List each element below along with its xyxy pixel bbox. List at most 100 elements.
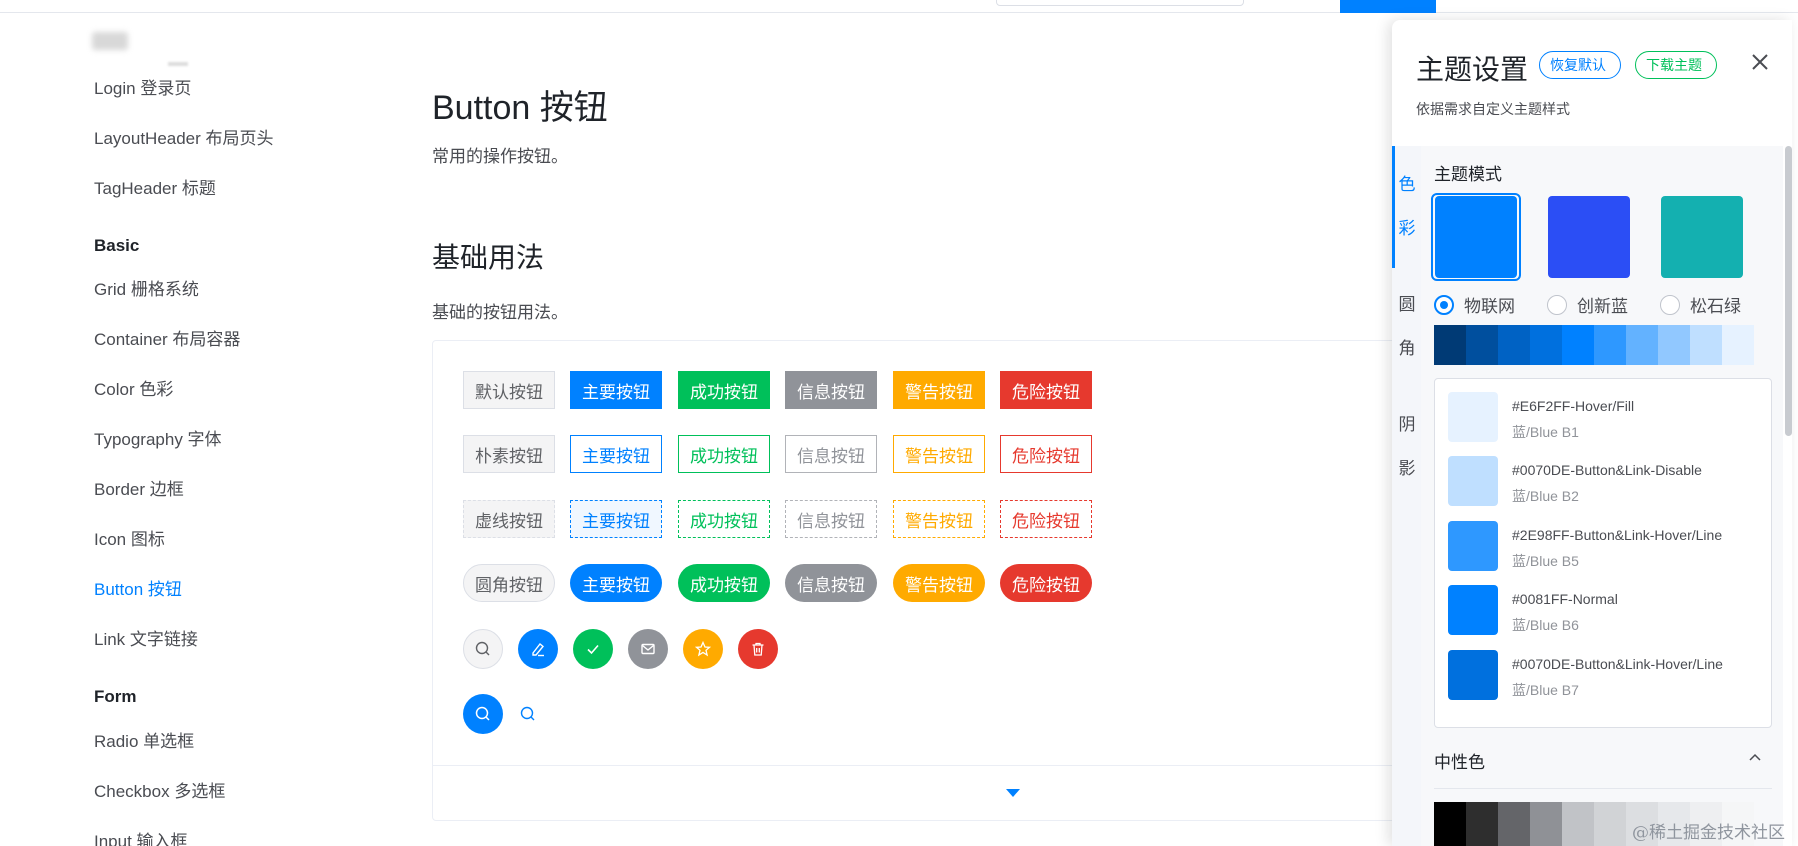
panel-scrollbar[interactable]	[1785, 146, 1792, 436]
plain-danger-button[interactable]: 危险按钮	[1000, 435, 1092, 473]
tab-radius-char2[interactable]: 角	[1392, 327, 1422, 371]
mode-swatch-iot[interactable]	[1435, 196, 1517, 278]
demo-code-toggle[interactable]	[432, 765, 1472, 821]
color-name: #0070DE-Button&Link-Disable	[1512, 462, 1702, 478]
caret-down-icon[interactable]	[1006, 789, 1020, 797]
color-list-item[interactable]: #E6F2FF-Hover/Fill 蓝/Blue B1	[1448, 392, 1758, 446]
color-list-item[interactable]: #0070DE-Button&Link-Disable 蓝/Blue B2	[1448, 456, 1758, 510]
close-icon[interactable]	[1748, 50, 1772, 74]
sidebar-item-color[interactable]: Color 色彩	[94, 375, 173, 400]
default-button[interactable]: 默认按钮	[463, 371, 555, 409]
plain-warning-button[interactable]: 警告按钮	[893, 435, 985, 473]
circle-check-button[interactable]	[573, 629, 613, 669]
dashed-danger-button[interactable]: 危险按钮	[1000, 500, 1092, 538]
neutral-palette-swatch[interactable]	[1434, 802, 1466, 846]
top-accent-tab[interactable]	[1340, 0, 1436, 13]
round-primary-button[interactable]: 主要按钮	[570, 564, 662, 602]
star-icon	[694, 640, 712, 657]
panel-vertical-tabs	[1392, 146, 1422, 846]
tab-color-char2[interactable]: 彩	[1392, 207, 1422, 251]
plain-info-button[interactable]: 信息按钮	[785, 435, 877, 473]
color-swatch	[1448, 521, 1498, 571]
neutral-palette-swatch[interactable]	[1530, 802, 1562, 846]
circle-search-button[interactable]	[463, 629, 503, 669]
color-swatch	[1448, 392, 1498, 442]
mode-radio-innovation-blue[interactable]: 创新蓝	[1547, 292, 1628, 317]
sidebar-item-radio[interactable]: Radio 单选框	[94, 727, 194, 752]
success-button[interactable]: 成功按钮	[678, 371, 770, 409]
tab-shadow-char2[interactable]: 影	[1392, 447, 1422, 491]
round-info-button[interactable]: 信息按钮	[785, 564, 877, 602]
neutral-color-label[interactable]: 中性色	[1434, 748, 1485, 773]
edit-icon	[532, 642, 544, 657]
dashed-info-button[interactable]: 信息按钮	[785, 500, 877, 538]
sidebar-item-input[interactable]: Input 输入框	[94, 827, 188, 846]
mode-swatch-innovation-blue[interactable]	[1548, 196, 1630, 278]
sidebar-item-container[interactable]: Container 布局容器	[94, 325, 240, 350]
download-theme-button[interactable]: 下载主题	[1635, 51, 1717, 79]
sidebar-item-border[interactable]: Border 边框	[94, 475, 184, 500]
mode-radio-iot[interactable]: 物联网	[1434, 292, 1515, 317]
sidebar-item-login[interactable]: Login 登录页	[94, 74, 191, 99]
round-default-button[interactable]: 圆角按钮	[463, 564, 555, 602]
sidebar-item-icon[interactable]: Icon 图标	[94, 525, 165, 550]
color-list-item[interactable]: #2E98FF-Button&Link-Hover/Line 蓝/Blue B5	[1448, 521, 1758, 575]
dashed-success-button[interactable]: 成功按钮	[678, 500, 770, 538]
tab-shadow-char1[interactable]: 阴	[1392, 403, 1422, 447]
search-input[interactable]	[996, 0, 1244, 6]
round-danger-button[interactable]: 危险按钮	[1000, 564, 1092, 602]
warning-button[interactable]: 警告按钮	[893, 371, 985, 409]
palette-swatch[interactable]	[1690, 325, 1722, 365]
color-name: #0081FF-Normal	[1512, 591, 1618, 607]
palette-swatch[interactable]	[1626, 325, 1658, 365]
palette-swatch[interactable]	[1562, 325, 1594, 365]
reset-default-button[interactable]: 恢复默认	[1539, 51, 1621, 79]
round-success-button[interactable]: 成功按钮	[678, 564, 770, 602]
neutral-palette-swatch[interactable]	[1594, 802, 1626, 846]
tab-radius-char1[interactable]: 圆	[1392, 283, 1422, 327]
round-warning-button[interactable]: 警告按钮	[893, 564, 985, 602]
palette-swatch[interactable]	[1658, 325, 1690, 365]
color-name: #2E98FF-Button&Link-Hover/Line	[1512, 527, 1723, 543]
palette-swatch[interactable]	[1434, 325, 1466, 365]
circle-search-primary-button[interactable]	[463, 694, 503, 734]
neutral-palette-swatch[interactable]	[1466, 802, 1498, 846]
palette-swatch[interactable]	[1466, 325, 1498, 365]
palette-swatch[interactable]	[1594, 325, 1626, 365]
dashed-primary-button[interactable]: 主要按钮	[570, 500, 662, 538]
palette-swatch[interactable]	[1530, 325, 1562, 365]
color-list-item[interactable]: #0070DE-Button&Link-Hover/Line 蓝/Blue B7	[1448, 650, 1758, 704]
palette-swatch[interactable]	[1498, 325, 1530, 365]
circle-edit-button[interactable]	[518, 629, 558, 669]
plain-primary-button[interactable]: 主要按钮	[570, 435, 662, 473]
neutral-palette-swatch[interactable]	[1562, 802, 1594, 846]
sidebar-item-link[interactable]: Link 文字链接	[94, 625, 198, 650]
info-button[interactable]: 信息按钮	[785, 371, 877, 409]
danger-button[interactable]: 危险按钮	[1000, 371, 1092, 409]
plain-success-button[interactable]: 成功按钮	[678, 435, 770, 473]
palette-swatch[interactable]	[1722, 325, 1754, 365]
circle-delete-button[interactable]	[738, 629, 778, 669]
plain-default-button[interactable]: 朴素按钮	[463, 435, 555, 473]
delete-icon	[752, 642, 764, 656]
circle-star-button[interactable]	[683, 629, 723, 669]
section-title: 基础用法	[432, 242, 545, 273]
sidebar-item-checkbox[interactable]: Checkbox 多选框	[94, 777, 225, 802]
tab-color-char1[interactable]: 色	[1392, 163, 1422, 207]
dashed-warning-button[interactable]: 警告按钮	[893, 500, 985, 538]
sidebar-item-grid[interactable]: Grid 栅格系统	[94, 275, 199, 300]
circle-mail-button[interactable]	[628, 629, 668, 669]
neutral-palette-swatch[interactable]	[1498, 802, 1530, 846]
chevron-up-icon[interactable]	[1746, 748, 1764, 766]
sidebar-item-tagheader[interactable]: TagHeader 标题	[94, 174, 216, 199]
mode-swatch-turquoise[interactable]	[1661, 196, 1743, 278]
text-search-button[interactable]	[508, 694, 548, 734]
mode-label: 松石绿	[1690, 297, 1741, 316]
dashed-default-button[interactable]: 虚线按钮	[463, 500, 555, 538]
sidebar-item-layoutheader[interactable]: LayoutHeader 布局页头	[94, 124, 274, 149]
sidebar-item-button[interactable]: Button 按钮	[94, 575, 182, 600]
color-list-item[interactable]: #0081FF-Normal 蓝/Blue B6	[1448, 585, 1758, 639]
sidebar-item-typography[interactable]: Typography 字体	[94, 425, 222, 450]
mode-radio-turquoise[interactable]: 松石绿	[1660, 292, 1741, 317]
primary-button[interactable]: 主要按钮	[570, 371, 662, 409]
